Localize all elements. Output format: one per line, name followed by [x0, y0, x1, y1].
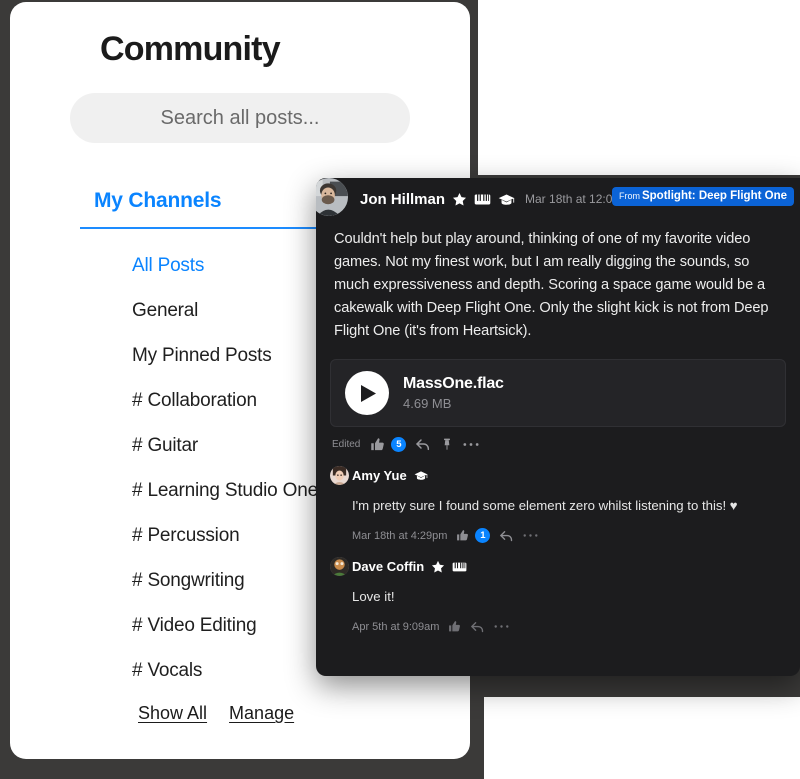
comment-author-name[interactable]: Dave Coffin	[352, 559, 424, 574]
show-all-link[interactable]: Show All	[138, 703, 207, 724]
post-card: Jon Hillman Mar 18th at 12:02 From Spotl…	[316, 178, 800, 676]
thumbs-up-icon[interactable]	[448, 620, 461, 633]
graduation-cap-icon	[498, 193, 515, 206]
comment-action-bar: Mar 18th at 4:29pm 1	[352, 528, 782, 543]
page-title: Community	[100, 30, 281, 68]
content-panel-bottom-right	[484, 697, 800, 779]
pin-icon[interactable]	[440, 437, 454, 452]
avatar[interactable]	[330, 557, 349, 576]
keys-icon	[474, 193, 491, 206]
more-options-icon[interactable]	[523, 533, 538, 538]
source-badge[interactable]: From Spotlight: Deep Flight One	[611, 187, 794, 206]
sidebar-footer: Show All Manage	[138, 703, 438, 724]
manage-link[interactable]: Manage	[229, 703, 294, 724]
comment-timestamp: Mar 18th at 4:29pm	[352, 529, 448, 542]
star-icon	[452, 192, 467, 207]
comment-text: I'm pretty sure I found some element zer…	[352, 498, 738, 513]
avatar-image	[316, 178, 348, 216]
post-timestamp: Mar 18th at 12:02	[525, 192, 620, 206]
post-author-name[interactable]: Jon Hillman	[360, 191, 445, 208]
source-badge-prefix: From	[618, 191, 640, 201]
avatar-image	[330, 557, 349, 576]
content-panel-top-right	[478, 0, 800, 175]
comment-action-bar: Apr 5th at 9:09am	[352, 619, 782, 634]
app-screen: Community My Channels All Posts General …	[0, 0, 800, 779]
post-action-bar: Edited 5	[316, 427, 800, 452]
thumbs-up-icon[interactable]	[456, 529, 469, 542]
comment-timestamp: Apr 5th at 9:09am	[352, 620, 440, 633]
comment-text: Love it!	[352, 589, 395, 604]
avatar[interactable]	[316, 178, 350, 218]
reply-icon[interactable]	[415, 436, 431, 452]
audio-attachment[interactable]: MassOne.flac 4.69 MB	[330, 359, 786, 427]
play-icon[interactable]	[345, 371, 389, 415]
reply-icon[interactable]	[499, 528, 514, 543]
search-input[interactable]	[70, 93, 410, 143]
like-count-badge[interactable]: 5	[391, 436, 407, 452]
avatar-image	[330, 466, 349, 485]
attachment-filesize: 4.69 MB	[403, 396, 452, 411]
comment: Amy Yue I'm pretty sure I found some ele…	[316, 452, 800, 543]
comment-header: Amy Yue	[352, 466, 782, 485]
attachment-filename: MassOne.flac	[403, 375, 504, 392]
attachment-meta: MassOne.flac 4.69 MB	[403, 375, 504, 411]
keys-icon	[452, 561, 467, 573]
star-icon	[431, 560, 445, 574]
thumbs-up-icon[interactable]	[370, 437, 385, 452]
reply-icon[interactable]	[470, 619, 485, 634]
source-badge-title: Spotlight: Deep Flight One	[641, 190, 787, 202]
more-options-icon[interactable]	[463, 442, 479, 447]
graduation-cap-icon	[414, 470, 428, 481]
post-header: Jon Hillman Mar 18th at 12:02 From Spotl…	[316, 178, 800, 220]
comment: Dave Coffin Love it! Apr 5th at 9:09am	[316, 543, 800, 634]
comment-author-name[interactable]: Amy Yue	[352, 468, 407, 483]
comment-header: Dave Coffin	[352, 557, 782, 576]
more-options-icon[interactable]	[494, 624, 509, 629]
edited-label: Edited	[332, 438, 361, 450]
post-body-text: Couldn't help but play around, thinking …	[334, 231, 769, 339]
avatar[interactable]	[330, 466, 349, 485]
comment-like-count-badge[interactable]: 1	[475, 528, 491, 543]
